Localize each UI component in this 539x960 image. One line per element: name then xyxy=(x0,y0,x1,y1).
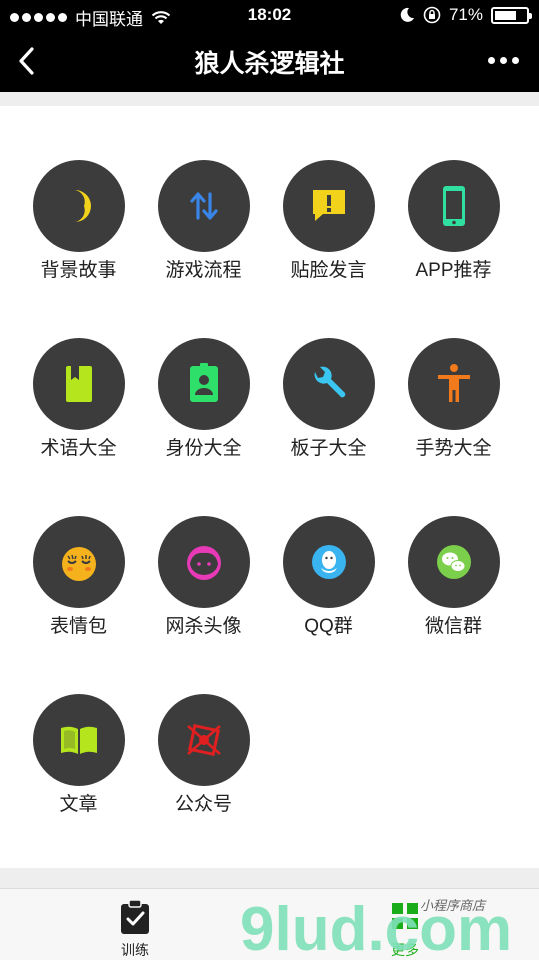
watermark-subtext: 小程序商店 xyxy=(420,899,487,914)
grid-item-label: 背景故事 xyxy=(40,260,117,281)
grid-item-label: 贴脸发言 xyxy=(290,260,367,281)
grid-item-avatars[interactable]: 网杀头像 xyxy=(141,516,266,640)
grid-item-label: 文章 xyxy=(59,794,98,815)
grid-item-label: 身份大全 xyxy=(165,438,242,459)
person-gesture-icon xyxy=(407,338,500,430)
open-book-icon xyxy=(32,694,125,786)
more-dots-icon[interactable] xyxy=(488,57,519,64)
grid-item-wechat-group[interactable]: 微信群 xyxy=(391,516,516,640)
grid-item-face-speech[interactable]: 贴脸发言 xyxy=(266,160,391,284)
watermark: 9lud.com 小程序商店 xyxy=(240,895,512,960)
status-right: 71% xyxy=(399,5,532,25)
grid-item-label: QQ群 xyxy=(304,616,353,637)
grid-item-official-account[interactable]: 公众号 xyxy=(141,694,266,818)
tab-label: 训练 xyxy=(121,942,149,958)
grid-item-label: 公众号 xyxy=(174,794,232,815)
battery-level xyxy=(495,10,517,20)
grid-item-articles[interactable]: 文章 xyxy=(16,694,141,818)
grid-item-stickers[interactable]: 表情包 xyxy=(16,516,141,640)
battery-percent: 71% xyxy=(448,5,483,24)
wechat-icon xyxy=(407,516,500,608)
grid-item-app-recommend[interactable]: APP推荐 xyxy=(391,160,516,284)
book-bookmark-icon xyxy=(32,338,125,430)
top-divider xyxy=(0,92,539,106)
grid-item-label: APP推荐 xyxy=(415,260,492,281)
moon-icon xyxy=(32,160,125,252)
speech-exclaim-icon xyxy=(282,160,375,252)
grid-item-boards[interactable]: 板子大全 xyxy=(266,338,391,462)
phone-icon xyxy=(407,160,500,252)
grid-item-qq-group[interactable]: QQ群 xyxy=(266,516,391,640)
arrows-updown-icon xyxy=(157,160,250,252)
grid-item-background-story[interactable]: 背景故事 xyxy=(16,160,141,284)
grid-item-label: 术语大全 xyxy=(40,438,117,459)
grid-item-label: 游戏流程 xyxy=(165,260,242,281)
page-title: 狼人杀逻辑社 xyxy=(194,50,345,78)
wrench-icon xyxy=(282,338,375,430)
grid-item-gestures[interactable]: 手势大全 xyxy=(391,338,516,462)
grid-item-label: 手势大全 xyxy=(415,438,492,459)
id-badge-icon xyxy=(157,338,250,430)
grid-item-game-flow[interactable]: 游戏流程 xyxy=(141,160,266,284)
status-bar: 中国联通 18:02 71% xyxy=(0,0,539,30)
bottom-divider xyxy=(0,868,539,888)
tab-training[interactable]: 训练 xyxy=(85,899,185,960)
grid-item-label: 网杀头像 xyxy=(165,616,242,637)
grid-item-label: 板子大全 xyxy=(290,438,367,459)
moon-status-icon xyxy=(400,7,414,22)
clipboard-check-icon xyxy=(121,899,149,934)
grid-item-roles[interactable]: 身份大全 xyxy=(141,338,266,462)
avatar-face-icon xyxy=(157,516,250,608)
qq-penguin-icon xyxy=(282,516,375,608)
grid-item-label: 微信群 xyxy=(424,616,482,637)
grid-item-terms[interactable]: 术语大全 xyxy=(16,338,141,462)
emoji-face-icon xyxy=(32,516,125,608)
battery-icon xyxy=(491,6,532,24)
nav-bar: 狼人杀逻辑社 xyxy=(0,30,539,92)
stamp-icon xyxy=(157,694,250,786)
rotation-lock-icon xyxy=(423,6,441,24)
grid-item-label: 表情包 xyxy=(49,616,107,637)
